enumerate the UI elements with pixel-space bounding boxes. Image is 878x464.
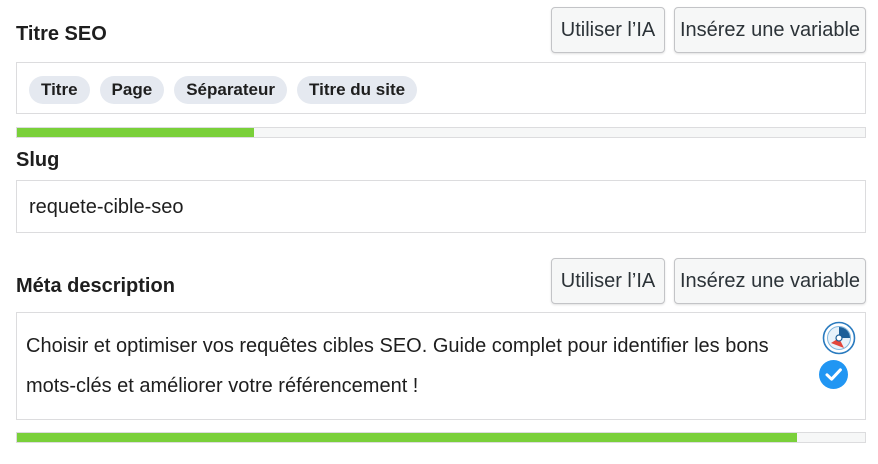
meta-description-input[interactable]: Choisir et optimiser vos requêtes cibles… xyxy=(16,312,866,420)
variable-chip[interactable]: Séparateur xyxy=(174,76,288,104)
title-seo-label: Titre SEO xyxy=(16,23,107,45)
meta-use-ai-button[interactable]: Utiliser l’IA xyxy=(551,258,665,304)
meta-insert-variable-button[interactable]: Insérez une variable xyxy=(674,258,866,304)
check-circle-icon xyxy=(818,359,849,390)
title-chip-list: Titre Page Séparateur Titre du site xyxy=(17,63,865,117)
meta-description-label: Méta description xyxy=(16,275,175,297)
variable-chip[interactable]: Titre xyxy=(29,76,90,104)
slug-input[interactable]: requete-cible-seo xyxy=(16,180,866,233)
meta-length-progress xyxy=(16,432,866,443)
meta-progress-fill xyxy=(17,433,798,442)
slug-label: Slug xyxy=(16,149,60,171)
title-seo-input[interactable]: Titre Page Séparateur Titre du site xyxy=(16,62,866,114)
slug-value: requete-cible-seo xyxy=(29,196,184,218)
variable-chip[interactable]: Page xyxy=(99,76,165,104)
title-use-ai-button[interactable]: Utiliser l’IA xyxy=(551,7,665,53)
variable-chip[interactable]: Titre du site xyxy=(297,76,418,104)
assistant-logo-icon[interactable] xyxy=(822,321,856,355)
title-insert-variable-button[interactable]: Insérez une variable xyxy=(674,7,866,53)
title-length-progress xyxy=(16,127,866,138)
meta-description-value: Choisir et optimiser vos requêtes cibles… xyxy=(26,335,769,397)
title-progress-fill xyxy=(17,128,255,137)
